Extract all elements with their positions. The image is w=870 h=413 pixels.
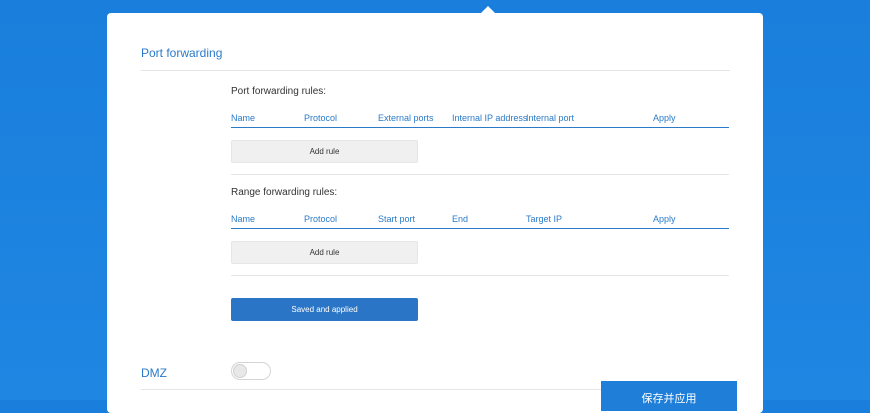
column-apply: Apply: [653, 113, 676, 123]
port-forwarding-rules-title: Port forwarding rules:: [231, 86, 327, 97]
column-external-ports: External ports: [378, 113, 434, 123]
rules-separator: [231, 275, 729, 276]
column-name: Name: [231, 113, 256, 123]
column-name: Name: [231, 214, 256, 224]
dmz-toggle[interactable]: [231, 362, 271, 380]
add-port-forwarding-rule-button[interactable]: Add rule: [231, 140, 418, 163]
column-start-port: Start port: [378, 214, 416, 224]
column-protocol: Protocol: [304, 214, 338, 224]
section-divider: [141, 70, 730, 71]
column-apply: Apply: [653, 214, 676, 224]
range-forwarding-table-header: Name Protocol Start port End Target IP A…: [231, 214, 729, 229]
section-title-port-forwarding: Port forwarding: [141, 46, 223, 60]
popover-caret: [481, 6, 495, 13]
range-forwarding-rules-title: Range forwarding rules:: [231, 187, 338, 198]
dmz-label: DMZ: [141, 366, 167, 380]
column-protocol: Protocol: [304, 113, 338, 123]
column-internal-port: Internal port: [526, 113, 575, 123]
settings-card: Port forwarding Port forwarding rules: N…: [107, 13, 763, 413]
save-and-apply-button[interactable]: Saved and applied: [231, 298, 418, 321]
column-internal-ip-address: Internal IP address: [452, 113, 528, 123]
port-forwarding-table-header: Name Protocol External ports Internal IP…: [231, 113, 729, 128]
column-target-ip: Target IP: [526, 214, 563, 224]
column-end: End: [452, 214, 469, 224]
rules-separator: [231, 174, 729, 175]
toggle-knob: [233, 364, 247, 378]
floating-save-apply-button[interactable]: 保存并应用: [601, 381, 737, 411]
add-range-forwarding-rule-button[interactable]: Add rule: [231, 241, 418, 264]
